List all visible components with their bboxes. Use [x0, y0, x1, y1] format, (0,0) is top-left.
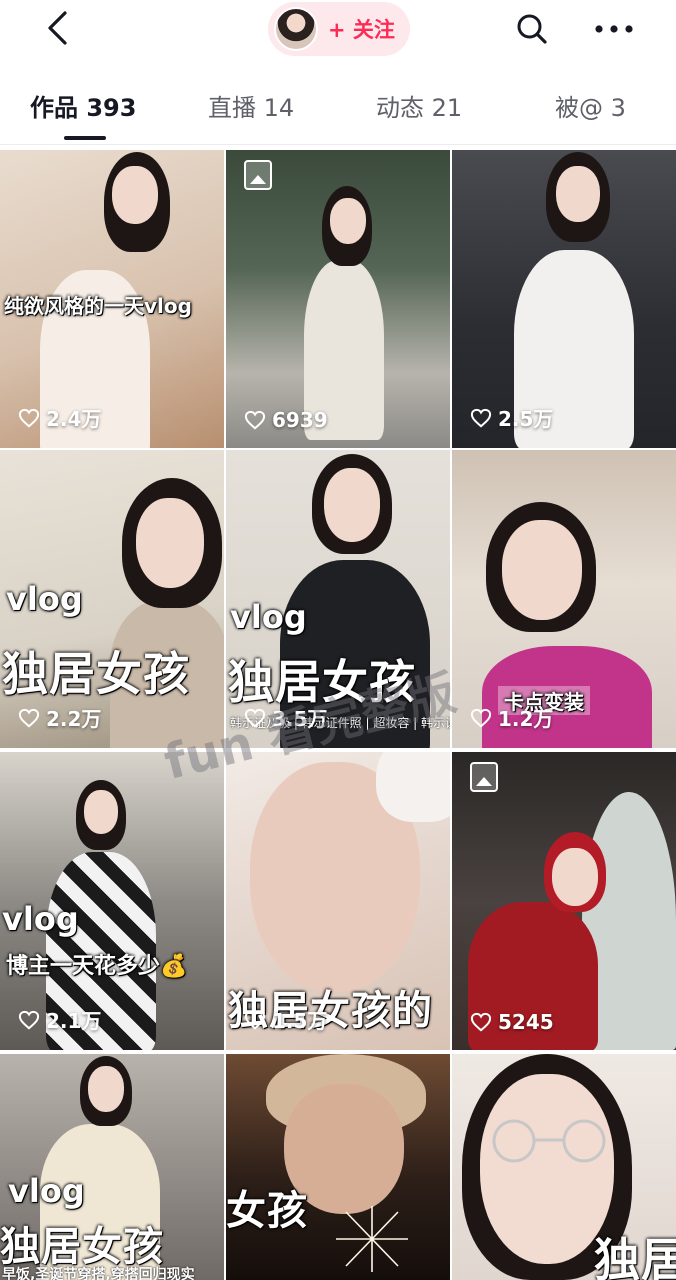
sparkler-icon: [336, 1206, 408, 1272]
video-caption: 独居: [594, 1233, 676, 1280]
more-horizontal-icon: [595, 25, 633, 33]
video-tile[interactable]: 独居: [452, 1054, 676, 1280]
back-button[interactable]: [38, 8, 78, 48]
video-caption: 女孩: [226, 1188, 308, 1234]
search-button[interactable]: [512, 9, 552, 49]
like-count-text: 3.5万: [272, 707, 328, 731]
tab-live[interactable]: 直播 14: [208, 88, 294, 123]
heart-icon: [244, 410, 266, 430]
tab-works[interactable]: 作品 393: [30, 88, 136, 123]
more-button[interactable]: [590, 9, 638, 49]
heart-icon: [18, 708, 40, 727]
follow-button[interactable]: + 关注: [268, 2, 410, 56]
heart-icon: [470, 708, 492, 727]
top-nav-bar: + 关注: [0, 0, 676, 60]
like-count-text: 2.2万: [46, 707, 102, 731]
like-count: 2.1万: [18, 1005, 101, 1034]
video-caption: 博主一天花多少💰: [6, 954, 188, 979]
video-tile[interactable]: 5245: [452, 752, 676, 1050]
photo-post-icon: [244, 160, 272, 190]
video-tile[interactable]: vlog 独居女孩 2.2万: [0, 450, 224, 748]
video-tile[interactable]: 纯欲风格的一天vlog 2.4万: [0, 150, 224, 448]
heart-icon: [244, 708, 266, 727]
active-tab-indicator: [64, 136, 106, 140]
avatar[interactable]: [274, 7, 318, 51]
video-tile[interactable]: 女孩: [226, 1054, 450, 1280]
like-count: 6939: [244, 408, 328, 432]
video-tile[interactable]: vlog 独居女孩 韩示证及极 | 韩示证件照 | 超妆容 | 韩示证件照全装 …: [226, 450, 450, 748]
like-count: 5245: [470, 1010, 554, 1034]
heart-icon: [470, 408, 492, 427]
like-count: 1.5万: [244, 1005, 327, 1034]
photo-post-icon: [470, 762, 498, 792]
heart-icon: [18, 1010, 40, 1029]
like-count-text: 1.5万: [272, 1009, 328, 1033]
video-grid: 纯欲风格的一天vlog 2.4万 6939 2.5万 vlog 独居女孩 2.2…: [0, 150, 676, 1280]
like-count-text: 5245: [498, 1010, 554, 1034]
tabs-divider: [0, 144, 676, 145]
like-count: 1.2万: [470, 703, 553, 732]
video-tile[interactable]: vlog 独居女孩 早饭,圣诞节穿搭,穿搭回归现实: [0, 1054, 224, 1280]
heart-icon: [244, 1010, 266, 1029]
video-caption-vlog: vlog: [8, 1172, 85, 1210]
like-count: 2.4万: [18, 403, 101, 432]
profile-tabs: 作品 393 直播 14 动态 21 被@ 3: [0, 78, 676, 142]
tab-mentions[interactable]: 被@ 3: [555, 88, 626, 123]
like-count-text: 6939: [272, 408, 328, 432]
heart-icon: [470, 1012, 492, 1032]
video-tile[interactable]: vlog 博主一天花多少💰 2.1万: [0, 752, 224, 1050]
video-caption-vlog: vlog: [230, 598, 307, 636]
like-count: 2.5万: [470, 403, 553, 432]
like-count-text: 2.1万: [46, 1009, 102, 1033]
video-caption-vlog: vlog: [2, 900, 79, 938]
like-count-text: 2.5万: [498, 407, 554, 431]
tab-activity[interactable]: 动态 21: [376, 88, 462, 123]
video-tile[interactable]: 2.5万: [452, 150, 676, 448]
like-count-text: 1.2万: [498, 707, 554, 731]
video-caption: 独居女孩: [2, 647, 190, 701]
video-subcaption: 早饭,圣诞节穿搭,穿搭回归现实: [2, 1267, 195, 1280]
follow-label: + 关注: [328, 18, 395, 42]
like-count: 3.5万: [244, 703, 327, 732]
video-tile[interactable]: 6939: [226, 150, 450, 448]
heart-icon: [18, 408, 40, 427]
video-tile[interactable]: 卡点变装 1.2万: [452, 450, 676, 748]
video-tile[interactable]: 独居女孩的 1.5万: [226, 752, 450, 1050]
like-count-text: 2.4万: [46, 407, 102, 431]
chevron-left-icon: [48, 11, 67, 45]
glasses-icon: [492, 1119, 606, 1163]
video-caption: 纯欲风格的一天vlog: [4, 294, 192, 318]
search-icon: [517, 14, 547, 44]
like-count: 2.2万: [18, 703, 101, 732]
video-caption-vlog: vlog: [6, 580, 83, 618]
